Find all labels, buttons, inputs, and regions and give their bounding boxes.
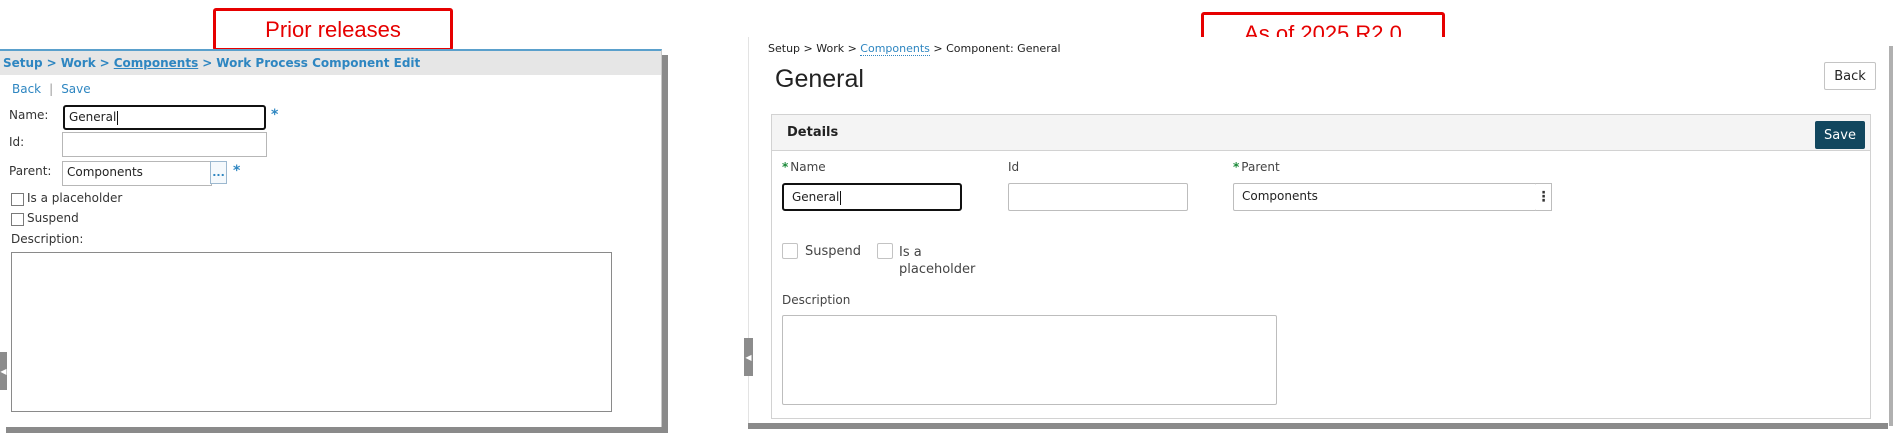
- action-links: Back | Save: [12, 82, 91, 96]
- placeholder-checkbox[interactable]: [877, 243, 893, 259]
- parent-lookup-button[interactable]: ...: [210, 161, 227, 184]
- breadcrumb-prefix: Setup > Work >: [768, 42, 861, 55]
- parent-input[interactable]: Components: [1233, 183, 1537, 211]
- id-input[interactable]: [1008, 183, 1188, 211]
- id-label: Id:: [9, 135, 25, 149]
- description-label: Description:: [11, 232, 84, 246]
- breadcrumb-suffix: > Component: General: [929, 42, 1061, 55]
- required-star: *: [271, 107, 279, 123]
- suspend-label: Suspend: [805, 244, 862, 259]
- breadcrumb: Setup > Work > Components > Work Process…: [0, 51, 661, 75]
- chevron-left-icon: ◀: [0, 366, 7, 376]
- save-button[interactable]: Save: [1815, 121, 1865, 149]
- name-input[interactable]: General: [782, 183, 962, 211]
- action-divider: |: [49, 82, 54, 96]
- parent-input[interactable]: Components: [62, 161, 212, 186]
- name-input[interactable]: General: [63, 105, 266, 130]
- breadcrumb-components-link[interactable]: Components: [860, 42, 930, 56]
- parent-label: * Parent: [1233, 160, 1280, 174]
- breadcrumb-current: Work Process Component Edit: [216, 56, 421, 70]
- name-label: * Name: [782, 160, 826, 174]
- callout-prior-releases: Prior releases: [213, 8, 453, 51]
- parent-menu-button[interactable]: ⋮: [1536, 183, 1552, 211]
- old-edit-panel: Setup > Work > Components > Work Process…: [0, 49, 662, 427]
- breadcrumb-setup[interactable]: Setup: [3, 56, 43, 70]
- breadcrumb: Setup > Work > Components > Component: G…: [768, 42, 1061, 56]
- collapse-handle[interactable]: ◀: [744, 338, 753, 376]
- suspend-label: Suspend: [27, 211, 79, 225]
- name-label: Name:: [9, 108, 49, 122]
- description-label: Description: [782, 293, 851, 307]
- parent-label: Parent:: [9, 164, 52, 178]
- back-link[interactable]: Back: [12, 82, 41, 96]
- breadcrumb-components-link[interactable]: Components: [114, 56, 199, 70]
- placeholder-label: Is a placeholder: [899, 245, 976, 277]
- description-textarea[interactable]: [11, 252, 612, 412]
- chevron-left-icon: ◀: [745, 352, 752, 362]
- suspend-checkbox[interactable]: [782, 243, 798, 259]
- details-title: Details: [787, 125, 839, 140]
- details-header: Details: [772, 115, 1870, 151]
- suspend-checkbox[interactable]: [11, 213, 24, 226]
- id-input[interactable]: [62, 132, 267, 157]
- placeholder-label: Is a placeholder: [27, 191, 123, 205]
- breadcrumb-work[interactable]: Work: [61, 56, 96, 70]
- page-title: General: [775, 65, 864, 93]
- description-textarea[interactable]: [782, 315, 1277, 405]
- scrollbar[interactable]: [1889, 46, 1893, 426]
- required-marker: *: [1233, 160, 1240, 174]
- placeholder-checkbox[interactable]: [11, 193, 24, 206]
- back-button[interactable]: Back: [1824, 62, 1876, 90]
- required-star: *: [233, 163, 241, 179]
- kebab-menu-icon: ⋮: [1536, 189, 1551, 205]
- details-card: Details Save * Name General Id * Parent Co…: [771, 114, 1871, 419]
- collapse-handle[interactable]: ◀: [0, 352, 7, 390]
- save-link[interactable]: Save: [61, 82, 90, 96]
- new-edit-panel: Setup > Work > Components > Component: G…: [748, 37, 1888, 423]
- id-label: Id: [1008, 160, 1020, 174]
- required-marker: *: [782, 160, 789, 174]
